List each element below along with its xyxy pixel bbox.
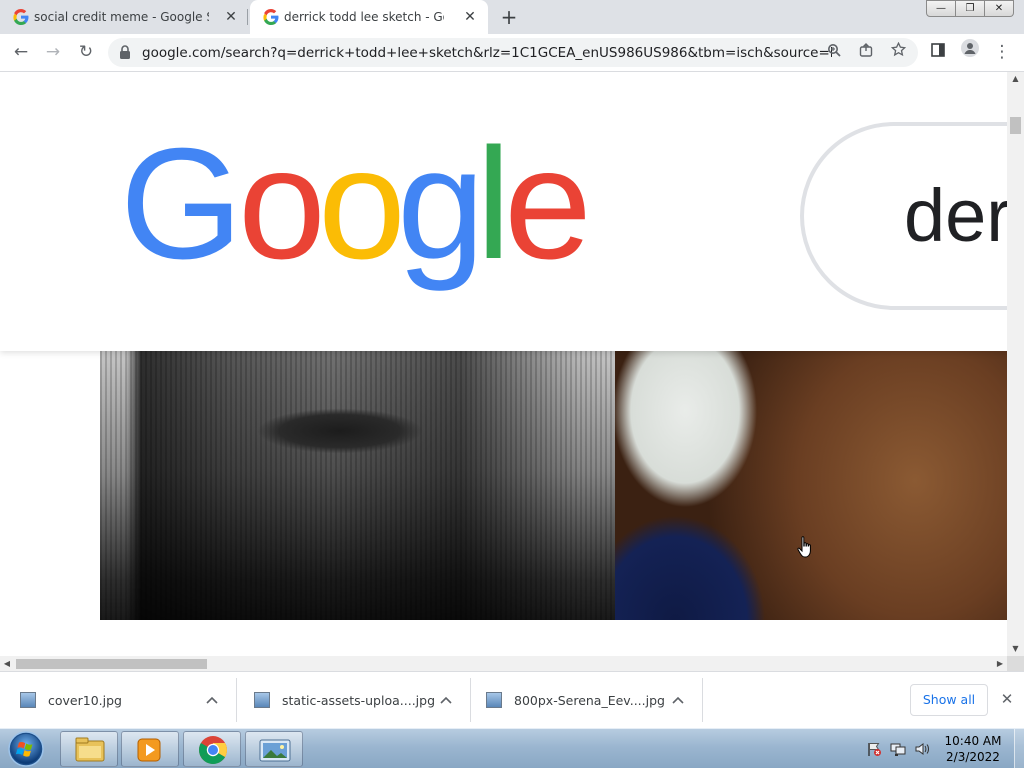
download-item[interactable]: static-assets-uploa....jpg bbox=[234, 678, 470, 722]
chevron-up-icon[interactable] bbox=[668, 690, 688, 710]
close-icon[interactable]: ✕ bbox=[996, 688, 1018, 710]
reload-button[interactable]: ↻ bbox=[72, 38, 100, 66]
window-controls: — ❐ ✕ bbox=[926, 0, 1014, 17]
svg-text:o: o bbox=[318, 130, 406, 292]
url-text[interactable]: google.com/search?q=derrick+todd+lee+ske… bbox=[142, 45, 832, 61]
zoom-icon[interactable] bbox=[822, 41, 846, 65]
screen: social credit meme - Google Sea ✕ derric… bbox=[0, 0, 1024, 768]
svg-text:g: g bbox=[397, 130, 485, 292]
svg-text:o: o bbox=[238, 130, 326, 292]
clock-time: 10:40 AM bbox=[944, 734, 1002, 748]
page-viewport: G o o g l e der bbox=[0, 72, 1007, 656]
google-icon bbox=[13, 9, 29, 25]
svg-text:G: G bbox=[120, 130, 243, 292]
download-filename: 800px-Serena_Eev....jpg bbox=[514, 693, 665, 708]
image-file-icon bbox=[20, 692, 36, 708]
scroll-left-arrow-icon[interactable]: ◀ bbox=[0, 656, 14, 671]
star-icon[interactable] bbox=[886, 41, 910, 65]
forward-button[interactable]: → bbox=[39, 38, 67, 66]
action-center-flag-icon[interactable] bbox=[866, 741, 882, 757]
download-item[interactable]: 800px-Serena_Eev....jpg bbox=[466, 678, 702, 722]
svg-text:e: e bbox=[504, 130, 590, 292]
side-panel-icon[interactable] bbox=[924, 38, 952, 66]
media-player-icon[interactable] bbox=[121, 731, 179, 767]
plus-icon[interactable]: + bbox=[498, 6, 520, 28]
back-button[interactable]: ← bbox=[7, 38, 35, 66]
profile-icon[interactable] bbox=[956, 38, 984, 66]
show-all-button[interactable]: Show all bbox=[910, 684, 988, 716]
google-icon bbox=[263, 9, 279, 25]
hand-cursor-icon bbox=[797, 536, 811, 558]
system-clock[interactable]: 10:40 AM 2/3/2022 bbox=[938, 733, 1008, 765]
minimize-button[interactable]: — bbox=[926, 0, 956, 17]
chrome-icon[interactable] bbox=[183, 731, 241, 767]
search-box[interactable]: der bbox=[800, 122, 1007, 310]
vertical-scrollbar[interactable]: ▲ ▼ bbox=[1007, 72, 1024, 656]
enlarged-image-results bbox=[100, 351, 1007, 620]
chevron-up-icon[interactable] bbox=[436, 690, 456, 710]
result-image-sketch[interactable] bbox=[100, 351, 615, 620]
windows-taskbar: 10:40 AM 2/3/2022 bbox=[0, 728, 1024, 768]
photo-viewer-icon[interactable] bbox=[245, 731, 303, 767]
lock-icon[interactable] bbox=[119, 45, 131, 59]
tab-close-icon[interactable]: ✕ bbox=[462, 9, 478, 25]
tab-title: derrick todd lee sketch - Google bbox=[284, 10, 444, 24]
scrollbar-corner bbox=[1007, 656, 1024, 671]
download-shelf: cover10.jpg static-assets-uploa....jpg 8… bbox=[0, 671, 1024, 728]
volume-icon[interactable] bbox=[914, 741, 930, 757]
vertical-scroll-thumb[interactable] bbox=[1010, 117, 1021, 134]
download-separator bbox=[702, 678, 703, 722]
download-filename: cover10.jpg bbox=[48, 693, 122, 708]
network-icon[interactable] bbox=[890, 741, 906, 757]
tab-social-credit-meme[interactable]: social credit meme - Google Sea ✕ bbox=[0, 0, 246, 34]
scroll-down-arrow-icon[interactable]: ▼ bbox=[1007, 642, 1024, 656]
scroll-up-arrow-icon[interactable]: ▲ bbox=[1007, 72, 1024, 86]
address-bar[interactable]: google.com/search?q=derrick+todd+lee+ske… bbox=[108, 38, 918, 67]
image-file-icon bbox=[254, 692, 270, 708]
download-filename: static-assets-uploa....jpg bbox=[282, 693, 436, 708]
show-desktop-button[interactable] bbox=[1014, 729, 1024, 768]
clock-date: 2/3/2022 bbox=[946, 750, 1000, 764]
horizontal-scroll-thumb[interactable] bbox=[16, 659, 207, 669]
scroll-right-arrow-icon[interactable]: ▶ bbox=[993, 656, 1007, 671]
tab-derrick-todd-lee-sketch[interactable]: derrick todd lee sketch - Google ✕ bbox=[250, 0, 488, 34]
result-image-photo[interactable] bbox=[615, 351, 1007, 620]
start-button[interactable] bbox=[4, 730, 48, 768]
download-item[interactable]: cover10.jpg bbox=[0, 678, 236, 722]
image-file-icon bbox=[486, 692, 502, 708]
horizontal-scrollbar[interactable]: ◀ ▶ bbox=[0, 656, 1007, 671]
file-explorer-icon[interactable] bbox=[60, 731, 118, 767]
chevron-up-icon[interactable] bbox=[202, 690, 222, 710]
close-window-button[interactable]: ✕ bbox=[985, 0, 1014, 17]
menu-icon[interactable]: ⋮ bbox=[988, 38, 1016, 66]
tab-title: social credit meme - Google Sea bbox=[34, 10, 209, 24]
browser-toolbar: ← → ↻ google.com/search?q=derrick+todd+l… bbox=[0, 34, 1024, 72]
google-logo[interactable]: G o o g l e bbox=[120, 130, 590, 300]
maximize-button[interactable]: ❐ bbox=[956, 0, 985, 17]
tab-separator bbox=[247, 9, 248, 25]
tab-strip: social credit meme - Google Sea ✕ derric… bbox=[0, 0, 1024, 34]
search-header: G o o g l e der bbox=[0, 72, 1007, 351]
tab-close-icon[interactable]: ✕ bbox=[223, 9, 239, 25]
share-icon[interactable] bbox=[854, 41, 878, 65]
search-query-text[interactable]: der bbox=[904, 171, 1007, 261]
